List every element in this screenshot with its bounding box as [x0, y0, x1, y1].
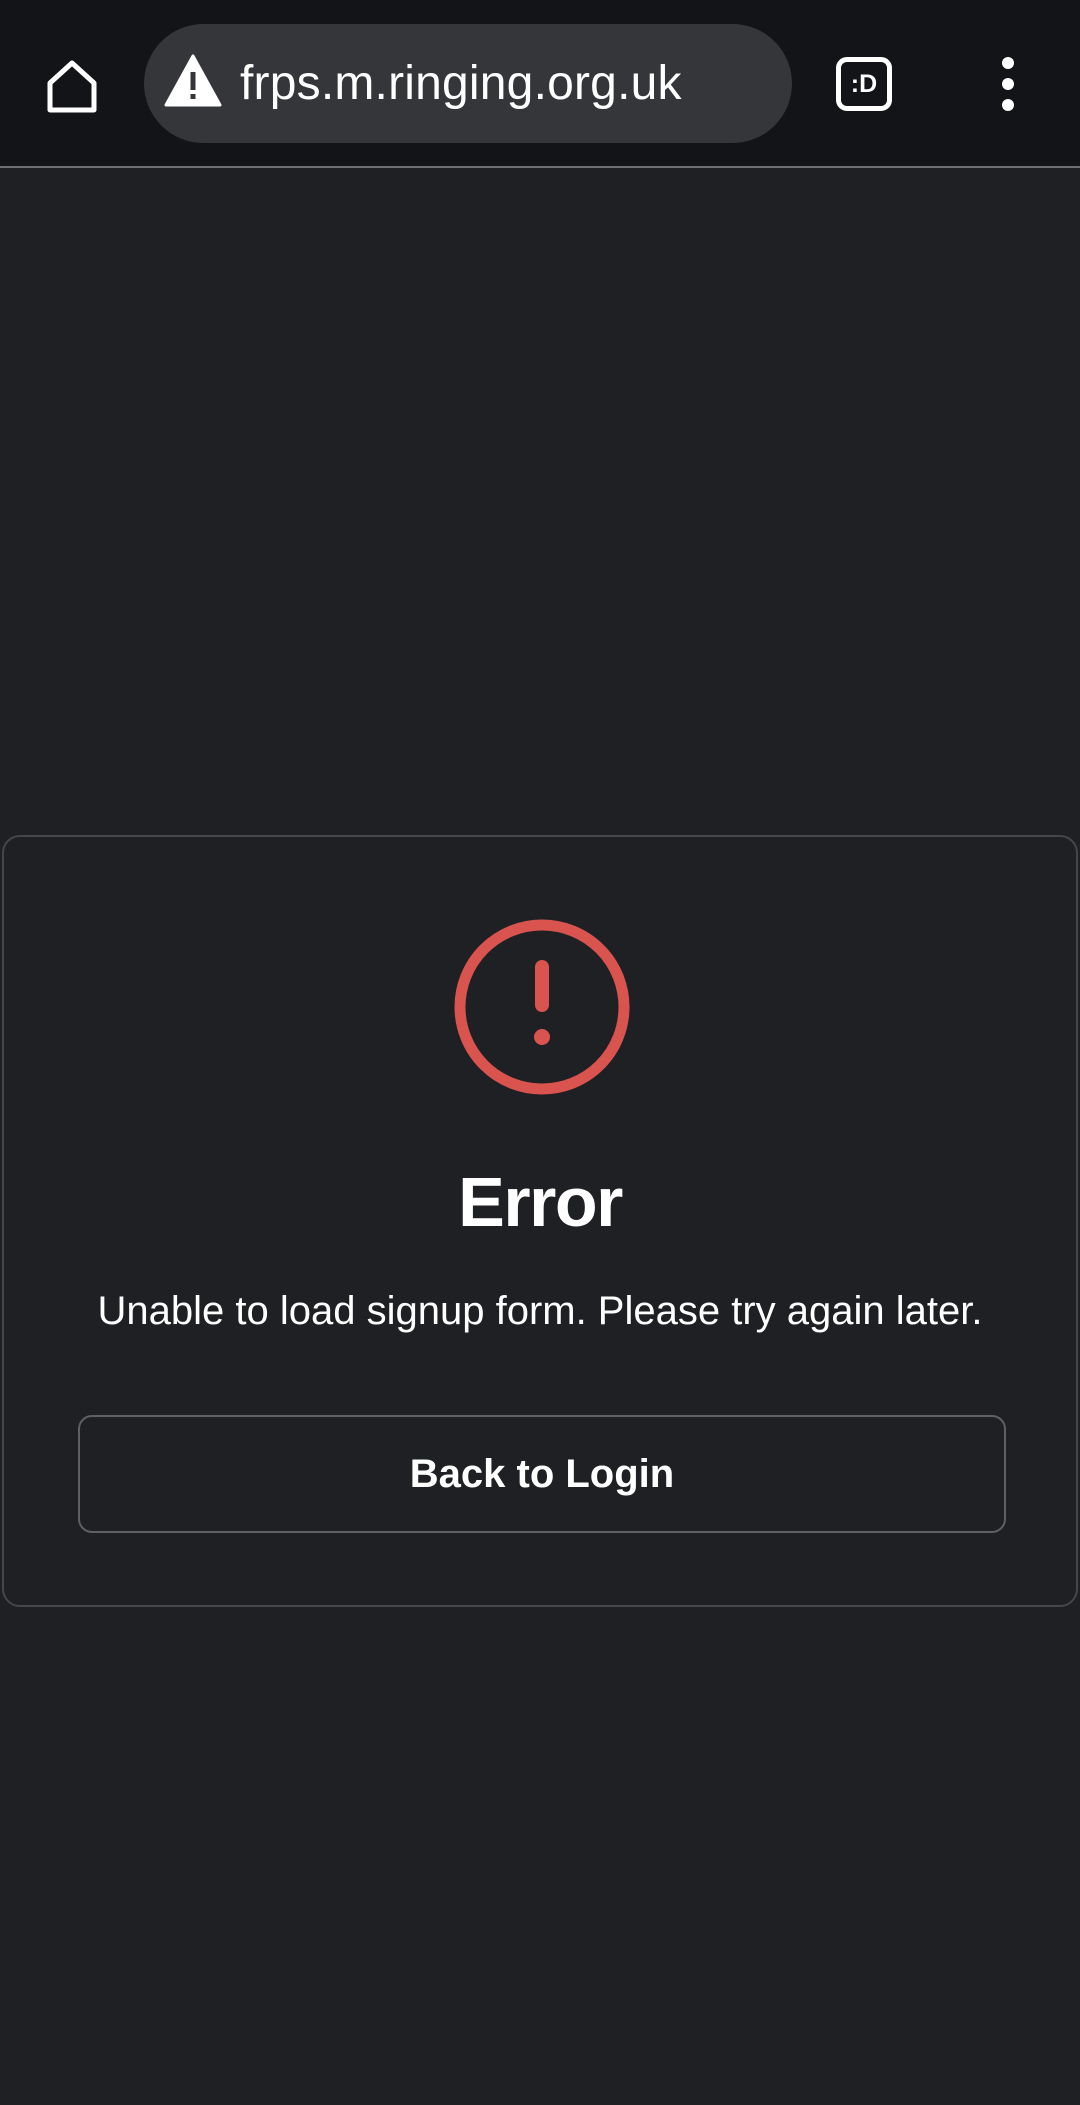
browser-toolbar: frps.m.ringing.org.uk :D — [0, 0, 1080, 168]
error-message: Unable to load signup form. Please try a… — [97, 1289, 983, 1333]
error-card: Error Unable to load signup form. Please… — [2, 835, 1078, 1607]
home-icon — [47, 60, 97, 113]
exclamation-circle-icon — [454, 919, 630, 1095]
more-menu-button[interactable] — [980, 44, 1036, 124]
tab-switcher-button[interactable]: :D — [824, 44, 904, 124]
tab-switcher-label: :D — [850, 69, 878, 98]
tab-switcher-icon: :D — [836, 57, 892, 111]
error-title: Error — [458, 1163, 623, 1241]
home-button[interactable] — [30, 44, 114, 128]
back-to-login-button[interactable]: Back to Login — [78, 1415, 1006, 1533]
warning-icon[interactable] — [164, 54, 222, 108]
more-vert-icon — [1002, 57, 1014, 111]
address-bar[interactable]: frps.m.ringing.org.uk — [144, 24, 792, 143]
url-text[interactable]: frps.m.ringing.org.uk — [240, 24, 682, 143]
